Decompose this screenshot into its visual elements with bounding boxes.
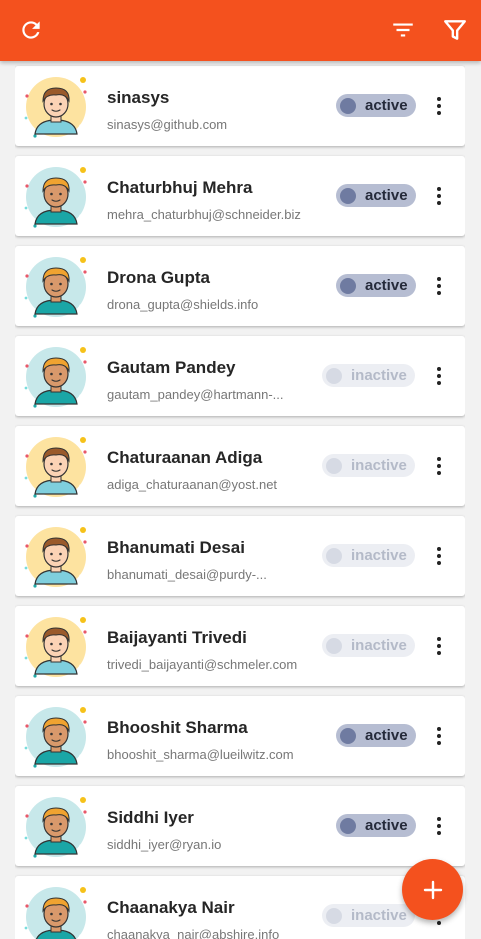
status-badge[interactable]: inactive xyxy=(322,904,415,927)
more-options-icon[interactable] xyxy=(429,724,449,748)
avatar xyxy=(23,434,89,500)
status-dot-icon xyxy=(340,727,356,744)
status-label: inactive xyxy=(351,367,407,384)
user-name: Baijayanti Trivedi xyxy=(107,628,247,647)
user-name: Gautam Pandey xyxy=(107,358,236,377)
avatar xyxy=(23,704,89,770)
sort-icon[interactable] xyxy=(390,17,416,43)
more-options-icon[interactable] xyxy=(429,814,449,838)
status-label: active xyxy=(365,277,408,294)
user-name: Bhanumati Desai xyxy=(107,538,245,557)
status-dot-icon xyxy=(326,547,342,564)
status-badge[interactable]: inactive xyxy=(322,544,415,567)
user-card[interactable]: sinasys sinasys@github.com active xyxy=(15,66,465,146)
plus-icon xyxy=(423,880,442,899)
status-badge[interactable]: active xyxy=(336,724,416,747)
user-name: Chaturbhuj Mehra xyxy=(107,178,253,197)
status-dot-icon xyxy=(326,367,342,384)
status-label: active xyxy=(365,97,408,114)
user-name: Chaanakya Nair xyxy=(107,898,235,917)
avatar xyxy=(23,524,89,590)
user-card[interactable]: Siddhi Iyer siddhi_iyer@ryan.io active xyxy=(15,786,465,866)
user-name: Chaturaanan Adiga xyxy=(107,448,263,467)
user-email: mehra_chaturbhuj@schneider.biz xyxy=(107,207,301,222)
avatar xyxy=(23,794,89,860)
status-badge[interactable]: inactive xyxy=(322,364,415,387)
user-card[interactable]: Bhooshit Sharma bhooshit_sharma@lueilwitz… xyxy=(15,696,465,776)
status-dot-icon xyxy=(340,97,356,114)
status-badge[interactable]: active xyxy=(336,814,416,837)
filter-icon[interactable] xyxy=(442,17,468,43)
status-badge[interactable]: active xyxy=(336,184,416,207)
status-badge[interactable]: active xyxy=(336,94,416,117)
add-user-button[interactable] xyxy=(402,859,463,920)
user-email: trivedi_baijayanti@schmeler.com xyxy=(107,657,298,672)
user-card[interactable]: Drona Gupta drona_gupta@shields.info activ… xyxy=(15,246,465,326)
user-email: gautam_pandey@hartmann-... xyxy=(107,387,284,402)
status-label: active xyxy=(365,727,408,744)
user-name: Drona Gupta xyxy=(107,268,210,287)
more-options-icon[interactable] xyxy=(429,184,449,208)
avatar xyxy=(23,884,89,939)
user-card[interactable]: Gautam Pandey gautam_pandey@hartmann-... i… xyxy=(15,336,465,416)
user-name: Bhooshit Sharma xyxy=(107,718,248,737)
user-card[interactable]: Chaturaanan Adiga adiga_chaturaanan@yost.… xyxy=(15,426,465,506)
user-email: chaanakya_nair@abshire.info xyxy=(107,927,280,939)
status-dot-icon xyxy=(326,457,342,474)
status-dot-icon xyxy=(326,637,342,654)
avatar xyxy=(23,254,89,320)
user-name: Siddhi Iyer xyxy=(107,808,194,827)
status-dot-icon xyxy=(340,277,356,294)
status-label: active xyxy=(365,817,408,834)
status-label: inactive xyxy=(351,547,407,564)
more-options-icon[interactable] xyxy=(429,544,449,568)
status-label: inactive xyxy=(351,637,407,654)
avatar xyxy=(23,614,89,680)
user-email: bhooshit_sharma@lueilwitz.com xyxy=(107,747,294,762)
user-email: siddhi_iyer@ryan.io xyxy=(107,837,222,852)
user-list: sinasys sinasys@github.com active Chaturbh… xyxy=(15,61,465,939)
more-options-icon[interactable] xyxy=(429,364,449,388)
avatar xyxy=(23,344,89,410)
more-options-icon[interactable] xyxy=(429,94,449,118)
status-label: inactive xyxy=(351,457,407,474)
status-dot-icon xyxy=(340,187,356,204)
more-options-icon[interactable] xyxy=(429,634,449,658)
user-email: adiga_chaturaanan@yost.net xyxy=(107,477,278,492)
user-card[interactable]: Chaturbhuj Mehra mehra_chaturbhuj@schneid… xyxy=(15,156,465,236)
avatar xyxy=(23,164,89,230)
status-badge[interactable]: inactive xyxy=(322,454,415,477)
status-label: active xyxy=(365,187,408,204)
status-label: inactive xyxy=(351,907,407,924)
user-name: sinasys xyxy=(107,88,170,107)
user-card[interactable]: Chaanakya Nair chaanakya_nair@abshire.inf… xyxy=(15,876,465,939)
status-badge[interactable]: active xyxy=(336,274,416,297)
status-dot-icon xyxy=(326,907,342,924)
user-email: bhanumati_desai@purdy-... xyxy=(107,567,267,582)
status-dot-icon xyxy=(340,817,356,834)
user-card[interactable]: Bhanumati Desai bhanumati_desai@purdy-...… xyxy=(15,516,465,596)
refresh-icon[interactable] xyxy=(18,17,44,43)
status-badge[interactable]: inactive xyxy=(322,634,415,657)
avatar xyxy=(23,74,89,140)
user-card[interactable]: Baijayanti Trivedi trivedi_baijayanti@sch… xyxy=(15,606,465,686)
more-options-icon[interactable] xyxy=(429,274,449,298)
app-bar xyxy=(0,0,481,61)
user-email: sinasys@github.com xyxy=(107,117,228,132)
user-email: drona_gupta@shields.info xyxy=(107,297,259,312)
more-options-icon[interactable] xyxy=(429,454,449,478)
